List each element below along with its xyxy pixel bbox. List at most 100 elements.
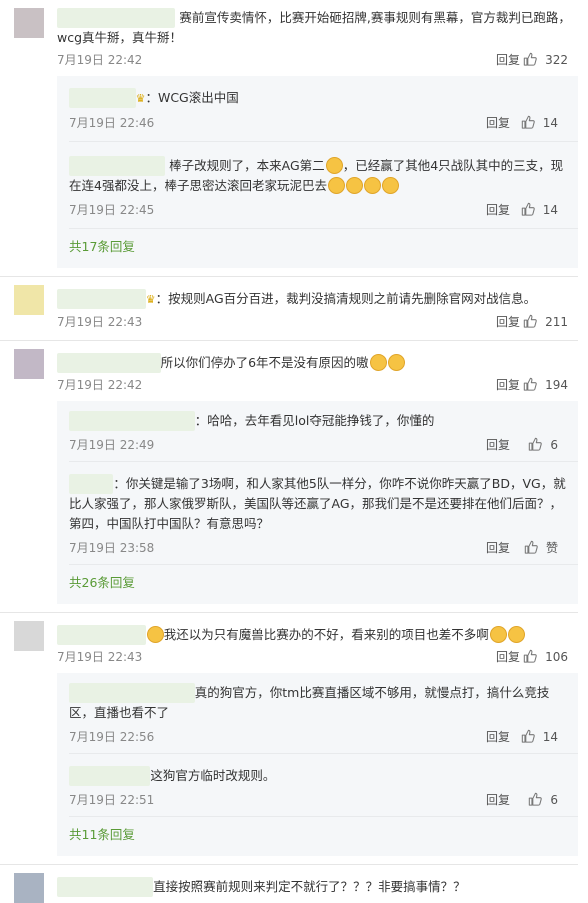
avatar[interactable] xyxy=(14,8,44,38)
username[interactable]: xxxxxxxxxxxxxxxxx xyxy=(69,683,195,703)
username[interactable]: xxxxxxxxxxxxx xyxy=(69,156,166,176)
like-button[interactable]: 6 xyxy=(528,790,558,810)
reply-button[interactable]: 回复 xyxy=(486,727,510,747)
reply-button[interactable]: 回复 xyxy=(496,647,520,667)
timestamp: 7月19日 22:42 xyxy=(57,378,143,392)
timestamp: 7月19日 22:46 xyxy=(69,116,155,130)
username[interactable]: xxxxxxxxxxxx xyxy=(57,625,146,645)
like-button[interactable]: 194 xyxy=(523,375,568,395)
thumbs-up-icon xyxy=(528,792,542,806)
reply-item: xxxxxxxxx♛：WCG滚出中国 7月19日 22:46 回复 14 xyxy=(69,76,578,133)
comment-text: xxxxxxxxxxxx 我还以为只有魔兽比赛办的不好，看来别的项目也差不多啊 xyxy=(57,621,578,645)
comment: xxxxxxxxxxxxxxxx 赛前宣传卖情怀，比赛开始砸招牌,赛事规则有黑幕… xyxy=(0,0,588,277)
reply-meta: 7月19日 22:49 回复 6 xyxy=(69,435,568,455)
comment-text: xxxxxxxxxxxxxx所以你们停办了6年不是没有原因的嗷 xyxy=(57,349,578,373)
thumbs-up-icon xyxy=(523,649,537,663)
like-button[interactable]: 14 xyxy=(521,113,558,133)
like-button[interactable]: 赞 xyxy=(524,538,558,558)
avatar[interactable] xyxy=(14,285,44,315)
reply-item: xxxxxxxxxxx这狗官方临时改规则。 7月19日 22:51 回复 6 xyxy=(69,753,578,810)
like-button[interactable]: 14 xyxy=(521,727,558,747)
username[interactable]: xxxxxxxxxxxxxxxx xyxy=(57,8,176,28)
avatar[interactable] xyxy=(14,873,44,903)
grin-emoji-icon xyxy=(489,626,507,643)
like-count: 14 xyxy=(542,116,558,130)
reply-button[interactable]: 回复 xyxy=(486,200,510,220)
reply-item: xxxxxxxxxxxxxxxxx真的狗官方，你tm比赛直播区域不够用，就慢点打… xyxy=(69,673,578,747)
comment-meta: 7月19日 22:43 回复 211 xyxy=(57,312,578,332)
username[interactable]: xxxxxxxxxxx xyxy=(69,766,151,786)
comment: xxxxxxxxxxxxxx所以你们停办了6年不是没有原因的嗷 7月19日 22… xyxy=(0,341,588,613)
timestamp: 7月19日 22:43 xyxy=(57,315,143,329)
reply-button[interactable]: 回复 xyxy=(496,312,520,332)
reply-item: xxxxxxxxxxxxxxxxx：哈哈，去年看见lol夺冠能挣钱了，你懂的 7… xyxy=(69,401,578,455)
username[interactable]: xxxxxxxxxxxxxxxxx xyxy=(69,411,195,431)
reply-list: xxxxxxxxxxxxxxxxx：哈哈，去年看见lol夺冠能挣钱了，你懂的 7… xyxy=(57,401,578,604)
thumbs-up-icon xyxy=(523,377,537,391)
more-replies-link[interactable]: 共26条回复 xyxy=(69,564,578,598)
reply-text: xxxxxxxxxxxxxxxxx真的狗官方，你tm比赛直播区域不够用，就慢点打… xyxy=(69,683,550,720)
grin-emoji-icon xyxy=(327,177,345,194)
reply-text: xxxxxx：你关键是输了3场啊，和人家其他5队一样分，你咋不说你昨天赢了BD，… xyxy=(69,474,566,531)
grin-emoji-icon xyxy=(507,626,525,643)
grin-emoji-icon xyxy=(146,626,164,643)
crown-icon: ♛ xyxy=(135,92,146,105)
reply-list: xxxxxxxxxxxxxxxxx真的狗官方，你tm比赛直播区域不够用，就慢点打… xyxy=(57,673,578,856)
like-button[interactable]: 6 xyxy=(528,435,558,455)
comment-text: xxxxxxxxxxxx♛：按规则AG百分百进，裁判没搞清规则之前请先删除官网对… xyxy=(57,285,578,310)
thumbs-up-icon xyxy=(521,202,535,216)
like-count: 6 xyxy=(550,793,558,807)
reply-text: xxxxxxxxxxxxxxxxx：哈哈，去年看见lol夺冠能挣钱了，你懂的 xyxy=(69,407,568,431)
timestamp: 7月19日 22:56 xyxy=(69,730,155,744)
timestamp: 7月19日 22:43 xyxy=(57,650,143,664)
username[interactable]: xxxxxxxxxxxxx xyxy=(57,877,154,897)
thumbs-up-icon xyxy=(523,52,537,66)
username[interactable]: xxxxxx xyxy=(69,474,114,494)
grin-emoji-icon xyxy=(325,157,343,174)
like-count: 322 xyxy=(545,53,568,67)
timestamp: 7月19日 22:45 xyxy=(69,203,155,217)
reply-button[interactable]: 回复 xyxy=(486,435,510,455)
like-count: 14 xyxy=(542,203,558,217)
reply-meta: 7月19日 22:45 回复 14 xyxy=(69,200,568,220)
reply-button[interactable]: 回复 xyxy=(496,375,520,395)
reply-item: xxxxxxxxxxxxx 棒子改规则了，本来AG第二 ，已经赢了其他4只战队其中… xyxy=(69,141,578,220)
username[interactable]: xxxxxxxxxxxxxx xyxy=(57,353,161,373)
thumbs-up-icon xyxy=(524,540,538,554)
like-count: 14 xyxy=(542,730,558,744)
username[interactable]: xxxxxxxxxxxx xyxy=(57,289,146,309)
reply-meta: 7月19日 22:46 回复 14 xyxy=(69,113,568,133)
reply-list: xxxxxxxxx♛：WCG滚出中国 7月19日 22:46 回复 14 xxx… xyxy=(57,76,578,268)
reply-text: xxxxxxxxxxxxx 棒子改规则了，本来AG第二 ，已经赢了其他4只战队其中… xyxy=(69,156,564,194)
reply-button[interactable]: 回复 xyxy=(486,538,510,558)
comment: xxxxxxxxxxxxx直接按照赛前规则来判定不就行了？？？非要搞事情？？ xyxy=(0,865,588,903)
like-button[interactable]: 106 xyxy=(523,647,568,667)
like-count: 赞 xyxy=(545,541,558,555)
like-button[interactable]: 211 xyxy=(523,312,568,332)
avatar[interactable] xyxy=(14,349,44,379)
comment-meta: 7月19日 22:43 回复 106 xyxy=(57,647,578,667)
grin-emoji-icon xyxy=(381,177,399,194)
grin-emoji-icon xyxy=(345,177,363,194)
comment-text: xxxxxxxxxxxxxxxx 赛前宣传卖情怀，比赛开始砸招牌,赛事规则有黑幕… xyxy=(57,8,571,45)
crown-icon: ♛ xyxy=(145,293,156,306)
comment-meta: 7月19日 22:42 回复 322 xyxy=(57,50,578,70)
more-replies-link[interactable]: 共17条回复 xyxy=(69,228,578,262)
timestamp: 7月19日 22:42 xyxy=(57,53,143,67)
like-button[interactable]: 14 xyxy=(521,200,558,220)
reply-meta: 7月19日 23:58 回复 赞 xyxy=(69,538,568,558)
reply-text: xxxxxxxxxxx这狗官方临时改规则。 xyxy=(69,760,568,786)
reply-button[interactable]: 回复 xyxy=(486,790,510,810)
thumbs-up-icon xyxy=(523,314,537,328)
like-button[interactable]: 322 xyxy=(523,50,568,70)
reply-meta: 7月19日 22:56 回复 14 xyxy=(69,727,568,747)
comment: xxxxxxxxxxxx 我还以为只有魔兽比赛办的不好，看来别的项目也差不多啊 7… xyxy=(0,613,588,865)
username[interactable]: xxxxxxxxx xyxy=(69,88,136,108)
reply-button[interactable]: 回复 xyxy=(496,50,520,70)
reply-button[interactable]: 回复 xyxy=(486,113,510,133)
timestamp: 7月19日 22:51 xyxy=(69,793,155,807)
more-replies-link[interactable]: 共11条回复 xyxy=(69,816,578,850)
like-count: 194 xyxy=(545,378,568,392)
avatar[interactable] xyxy=(14,621,44,651)
grin-emoji-icon xyxy=(369,354,387,371)
